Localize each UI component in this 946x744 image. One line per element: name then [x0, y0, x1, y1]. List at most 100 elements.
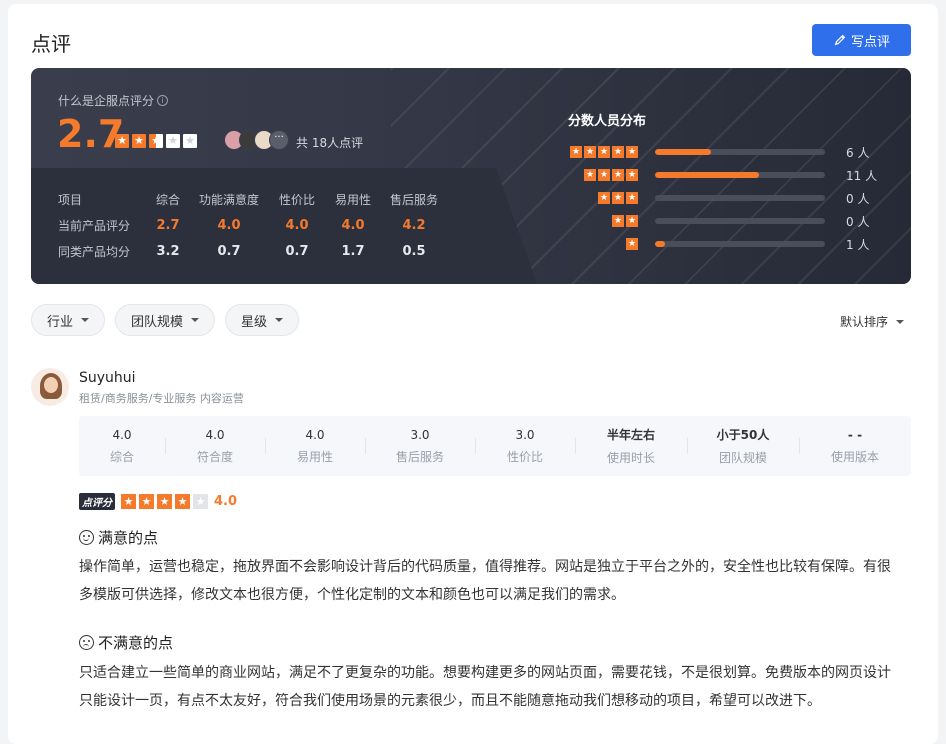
distribution-bar-track — [655, 195, 825, 201]
col-support: 售后服务 — [389, 192, 438, 207]
distribution-title: 分数人员分布 — [568, 114, 647, 129]
reviews-card: 点评 写点评 什么是企服点评分 i 2.7 ··· 共 18人点评 项目 — [8, 4, 938, 744]
score-table-header: 项目 综合 功能满意度 性价比 易用性 售后服务 — [58, 186, 446, 212]
col-overall: 综合 — [155, 192, 180, 207]
metric-item: 小于50人团队规模 — [687, 416, 799, 476]
metric-label: 团队规模 — [718, 451, 767, 465]
metric-value: 4.0 — [305, 427, 325, 442]
metric-label: 符合度 — [196, 449, 233, 464]
score-cell: 2.7 — [156, 217, 180, 233]
star-icon — [598, 192, 610, 204]
metric-item: 4.0 综合 — [79, 416, 165, 476]
distribution-row: 6 人 — [568, 146, 888, 160]
distribution-stars — [598, 192, 638, 204]
metric-label: 使用时长 — [606, 451, 655, 465]
score-cell: 4.2 — [402, 217, 426, 233]
satisfied-title: 满意的点 — [98, 529, 159, 547]
distribution-bar-fill — [655, 172, 759, 178]
score-explainer[interactable]: 什么是企服点评分 i — [58, 92, 169, 109]
distribution-count: 6 人 — [846, 146, 870, 160]
distribution-bar-fill — [655, 241, 666, 247]
metric-item: 3.0 性价比 — [475, 416, 575, 476]
unsatisfied-heading: 不满意的点 — [79, 632, 173, 653]
industry-filter[interactable]: 行业 — [31, 304, 106, 336]
reviewer-meta: 租赁/商务服务/专业服务 内容运营 — [79, 392, 244, 405]
star-icon — [175, 494, 190, 509]
smile-icon — [79, 530, 94, 545]
star-icon — [626, 146, 638, 158]
write-review-button[interactable]: 写点评 — [812, 24, 911, 56]
metric-item: - - 使用版本 — [799, 416, 911, 476]
distribution-stars — [584, 169, 638, 181]
sort-label: 默认排序 — [840, 315, 889, 329]
reviewer-avatars[interactable]: ··· — [224, 130, 289, 150]
caret-down-icon — [275, 318, 284, 322]
distribution-count: 0 人 — [846, 192, 870, 206]
filter-label: 团队规模 — [131, 314, 184, 330]
star-icon — [132, 134, 146, 148]
distribution-row: 11 人 — [568, 169, 888, 183]
distribution-count: 1 人 — [846, 238, 870, 252]
star-icon — [121, 494, 136, 509]
col-usability: 易用性 — [334, 192, 371, 207]
distribution-row: 0 人 — [568, 192, 888, 206]
score-cell: 0.7 — [217, 243, 241, 259]
distribution-stars — [570, 146, 638, 158]
metric-value: 小于50人 — [716, 428, 770, 442]
star-level-filter[interactable]: 星级 — [225, 304, 300, 336]
page-title: 点评 — [31, 32, 71, 56]
star-icon — [584, 169, 596, 181]
sort-dropdown[interactable]: 默认排序 — [840, 313, 905, 330]
distribution-stars — [612, 215, 638, 227]
reviewer-name[interactable]: Suyuhui — [79, 370, 136, 386]
star-icon — [598, 146, 610, 158]
star-icon — [157, 494, 172, 509]
star-icon — [612, 192, 624, 204]
team-size-filter[interactable]: 团队规模 — [115, 304, 216, 336]
current-product-row: 当前产品评分 2.7 4.0 4.0 4.0 4.2 — [58, 212, 446, 238]
distribution-bar-track — [655, 218, 825, 224]
more-avatars-icon: ··· — [269, 130, 289, 150]
distribution-row: 0 人 — [568, 215, 888, 229]
satisfied-text: 操作简单，运营也稳定，拖放界面不会影响设计背后的代码质量，值得推荐。网站是独立于… — [79, 559, 891, 603]
star-icon — [626, 192, 638, 204]
metric-label: 综合 — [109, 449, 134, 464]
star-icon — [612, 169, 624, 181]
info-icon[interactable]: i — [157, 95, 169, 106]
star-icon — [570, 146, 582, 158]
filter-label: 星级 — [241, 314, 268, 330]
empty-star-icon — [183, 134, 197, 148]
col-function: 功能满意度 — [198, 192, 259, 207]
star-icon — [115, 134, 129, 148]
star-icon — [612, 215, 624, 227]
metric-label: 易用性 — [296, 449, 333, 464]
distribution-count: 11 人 — [846, 169, 878, 183]
distribution-bar-track — [655, 241, 825, 247]
empty-star-icon — [166, 134, 180, 148]
caret-down-icon — [81, 318, 90, 322]
row-label: 同类产品均分 — [58, 244, 131, 259]
distribution-bar-fill — [655, 149, 712, 155]
score-cell: 0.5 — [402, 243, 426, 259]
star-icon — [598, 169, 610, 181]
score-cell: 1.7 — [341, 243, 365, 259]
distribution-row: 1 人 — [568, 238, 888, 252]
score-explainer-label: 什么是企服点评分 — [58, 94, 155, 108]
overall-stars — [115, 134, 197, 148]
metric-value: - - — [847, 427, 863, 442]
metric-item: 半年左右 使用时长 — [575, 416, 687, 476]
distribution-bar-track — [655, 172, 825, 178]
star-icon — [612, 146, 624, 158]
half-star-icon — [149, 134, 163, 148]
frown-icon — [79, 635, 94, 650]
metric-label: 售后服务 — [395, 449, 444, 464]
category-average-row: 同类产品均分 3.2 0.7 0.7 1.7 0.5 — [58, 238, 446, 264]
score-table: 项目 综合 功能满意度 性价比 易用性 售后服务 当前产品评分 2.7 4.0 … — [58, 186, 446, 264]
avatar[interactable] — [31, 368, 69, 406]
score-cell: 4.0 — [341, 217, 365, 233]
review-metrics: 4.0 综合 4.0 符合度 4.0 易用性 3.0 售后服务 3.0 性价比 半年左右 使用时长 小于… — [79, 416, 911, 476]
metric-item: 4.0 易用性 — [265, 416, 365, 476]
unsatisfied-text: 只适合建立一些简单的商业网站，满足不了更复杂的功能。想要构建更多的网站页面，需要… — [79, 665, 891, 709]
satisfied-heading: 满意的点 — [79, 527, 158, 548]
distribution-stars — [626, 238, 638, 250]
